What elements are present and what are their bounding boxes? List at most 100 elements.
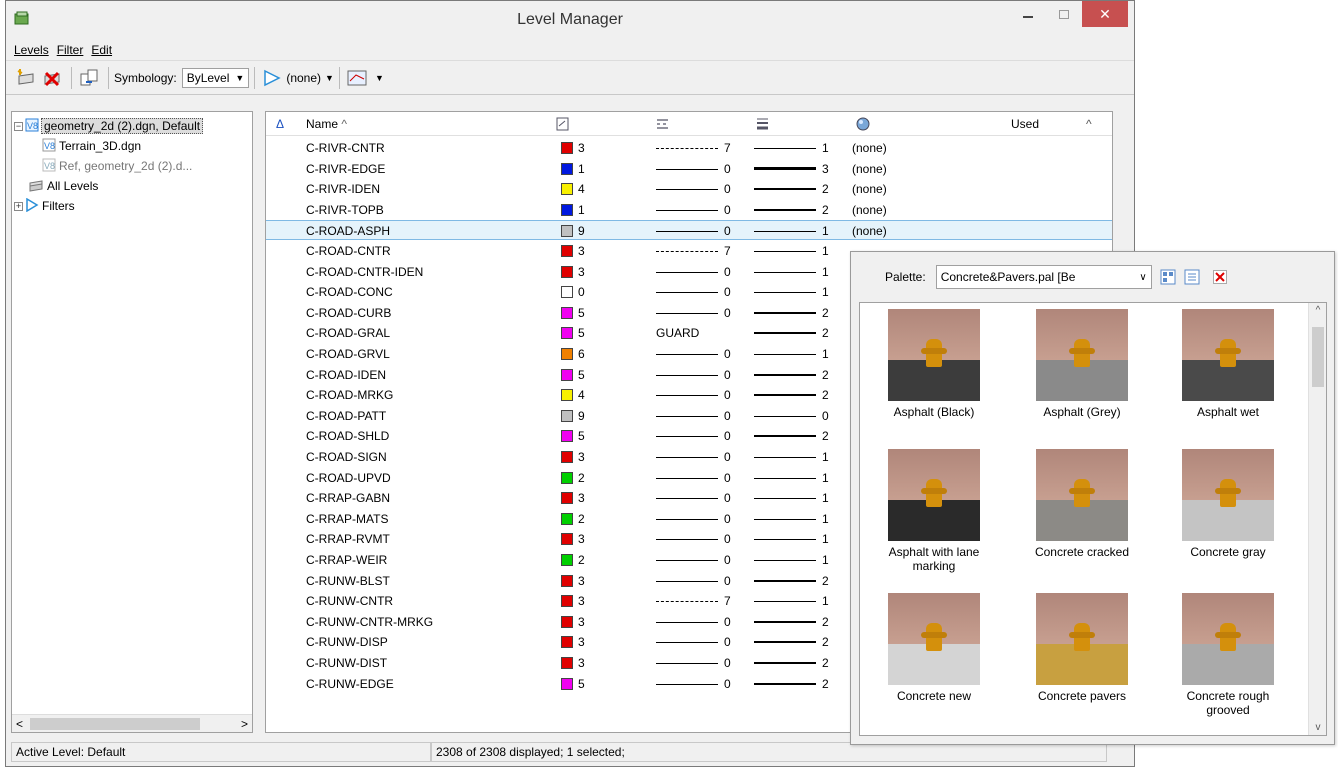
line-style-sample[interactable] bbox=[656, 209, 718, 211]
line-weight-sample[interactable] bbox=[754, 415, 816, 417]
line-weight-sample[interactable] bbox=[754, 457, 816, 458]
line-weight-sample[interactable] bbox=[754, 560, 816, 561]
line-weight-sample[interactable] bbox=[754, 251, 816, 252]
material-thumbnail[interactable]: Concrete new bbox=[874, 593, 994, 703]
line-style-sample[interactable] bbox=[656, 395, 718, 397]
line-style-sample[interactable] bbox=[656, 580, 718, 582]
line-weight-sample[interactable] bbox=[754, 620, 816, 623]
material-thumbnail[interactable]: Asphalt (Grey) bbox=[1022, 309, 1142, 419]
color-swatch[interactable] bbox=[561, 142, 573, 154]
material-thumbnail[interactable]: Asphalt with lane marking bbox=[874, 449, 994, 573]
line-style-sample[interactable] bbox=[656, 415, 718, 417]
maximize-button[interactable] bbox=[1046, 1, 1082, 27]
list-view-icon[interactable] bbox=[1184, 269, 1200, 285]
color-swatch[interactable] bbox=[561, 368, 573, 381]
line-weight-sample[interactable] bbox=[754, 539, 816, 541]
palette-dropdown[interactable]: Concrete&Pavers.pal [Be ∨ bbox=[935, 265, 1152, 289]
level-row[interactable]: C-RIVR-TOPB 1 0 2 (none) bbox=[266, 200, 1112, 220]
line-weight-sample[interactable] bbox=[754, 641, 816, 644]
color-swatch[interactable] bbox=[561, 265, 573, 278]
line-weight-sample[interactable] bbox=[754, 477, 816, 479]
material-value[interactable]: (none) bbox=[852, 141, 887, 155]
expand-icon[interactable]: + bbox=[14, 201, 23, 211]
collapse-icon[interactable]: − bbox=[14, 121, 23, 131]
material-value[interactable]: (none) bbox=[852, 182, 887, 196]
line-weight-sample[interactable] bbox=[754, 373, 816, 376]
line-style-sample[interactable] bbox=[656, 168, 718, 170]
line-style-sample[interactable] bbox=[656, 601, 718, 603]
color-swatch[interactable] bbox=[561, 245, 573, 257]
scroll-left-icon[interactable]: < bbox=[16, 717, 23, 731]
filter-dropdown[interactable]: (none) ▼ bbox=[260, 66, 334, 90]
tree-item-terrain[interactable]: V8 Terrain_3D.dgn bbox=[12, 136, 252, 156]
line-weight-sample[interactable] bbox=[754, 682, 816, 685]
thumbnail-view-icon[interactable] bbox=[1160, 269, 1176, 285]
line-style-sample[interactable] bbox=[656, 477, 718, 479]
color-swatch[interactable] bbox=[561, 389, 573, 402]
tree-item-filters[interactable]: + Filters bbox=[12, 196, 252, 216]
line-weight-sample[interactable] bbox=[754, 435, 816, 438]
minimize-button[interactable] bbox=[1010, 1, 1046, 27]
line-style-sample[interactable] bbox=[656, 457, 718, 458]
line-style-sample[interactable] bbox=[656, 663, 718, 664]
material-thumbnail[interactable]: Asphalt (Black) bbox=[874, 309, 994, 419]
material-value[interactable]: (none) bbox=[852, 224, 887, 238]
line-weight-sample[interactable] bbox=[754, 579, 816, 582]
line-style-sample[interactable] bbox=[656, 148, 718, 149]
level-row[interactable]: C-RIVR-IDEN 4 0 2 (none) bbox=[266, 179, 1112, 199]
line-style-sample[interactable] bbox=[656, 560, 718, 561]
delete-level-icon[interactable] bbox=[40, 66, 64, 90]
line-weight-sample[interactable] bbox=[754, 498, 816, 500]
menu-edit[interactable]: Edit bbox=[91, 43, 112, 57]
color-swatch[interactable] bbox=[561, 574, 573, 587]
color-swatch[interactable] bbox=[561, 512, 573, 525]
color-column-icon[interactable] bbox=[556, 117, 570, 134]
line-style-sample[interactable] bbox=[656, 436, 718, 438]
column-used[interactable]: Used bbox=[1011, 117, 1039, 131]
material-column-icon[interactable] bbox=[856, 117, 870, 134]
tree-item-root[interactable]: − V8 geometry_2d (2).dgn, Default bbox=[12, 116, 252, 136]
line-weight-sample[interactable] bbox=[754, 188, 816, 191]
color-swatch[interactable] bbox=[561, 471, 573, 484]
material-thumbnail[interactable]: Concrete gray bbox=[1168, 449, 1288, 559]
material-thumbnail[interactable]: Concrete cracked bbox=[1022, 449, 1142, 559]
color-swatch[interactable] bbox=[561, 430, 573, 443]
new-level-icon[interactable] bbox=[14, 66, 38, 90]
line-style-sample[interactable] bbox=[656, 683, 718, 685]
close-palette-icon[interactable] bbox=[1212, 269, 1228, 285]
line-style-sample[interactable] bbox=[656, 621, 718, 623]
line-weight-column-icon[interactable] bbox=[756, 117, 770, 134]
scroll-up-icon[interactable]: ^ bbox=[1086, 117, 1092, 131]
sort-triangle-icon[interactable]: Δ bbox=[276, 117, 284, 131]
level-row[interactable]: C-RIVR-CNTR 3 7 1 (none) bbox=[266, 138, 1112, 158]
color-swatch[interactable] bbox=[561, 327, 573, 340]
scroll-up-icon[interactable]: ^ bbox=[1309, 305, 1326, 316]
line-weight-sample[interactable] bbox=[754, 354, 816, 355]
line-style-sample[interactable] bbox=[656, 231, 718, 233]
color-swatch[interactable] bbox=[561, 451, 573, 463]
tree-item-all-levels[interactable]: All Levels bbox=[12, 176, 252, 196]
level-row[interactable]: C-ROAD-ASPH 9 0 1 (none) bbox=[266, 220, 1112, 241]
line-style-sample[interactable] bbox=[656, 518, 718, 520]
color-swatch[interactable] bbox=[561, 554, 573, 566]
line-weight-sample[interactable] bbox=[754, 208, 816, 211]
color-swatch[interactable] bbox=[561, 162, 573, 175]
material-thumbnail[interactable]: Asphalt wet bbox=[1168, 309, 1288, 419]
scroll-right-icon[interactable]: > bbox=[241, 717, 248, 731]
title-bar[interactable]: Level Manager ✕ bbox=[6, 1, 1134, 39]
tree-horizontal-scrollbar[interactable]: < > bbox=[12, 714, 252, 732]
import-export-icon[interactable] bbox=[77, 66, 101, 90]
scrollbar-thumb[interactable] bbox=[1312, 327, 1324, 387]
line-style-column-icon[interactable] bbox=[656, 117, 670, 134]
line-weight-sample[interactable] bbox=[754, 332, 816, 335]
color-swatch[interactable] bbox=[561, 615, 573, 628]
line-weight-sample[interactable] bbox=[754, 662, 816, 664]
color-swatch[interactable] bbox=[561, 409, 573, 422]
color-swatch[interactable] bbox=[561, 306, 573, 319]
line-weight-sample[interactable] bbox=[754, 166, 816, 170]
line-weight-sample[interactable] bbox=[754, 311, 816, 314]
line-style-sample[interactable] bbox=[656, 251, 718, 252]
color-swatch[interactable] bbox=[561, 286, 573, 299]
color-swatch[interactable] bbox=[561, 203, 573, 216]
line-style-sample[interactable] bbox=[656, 271, 718, 273]
